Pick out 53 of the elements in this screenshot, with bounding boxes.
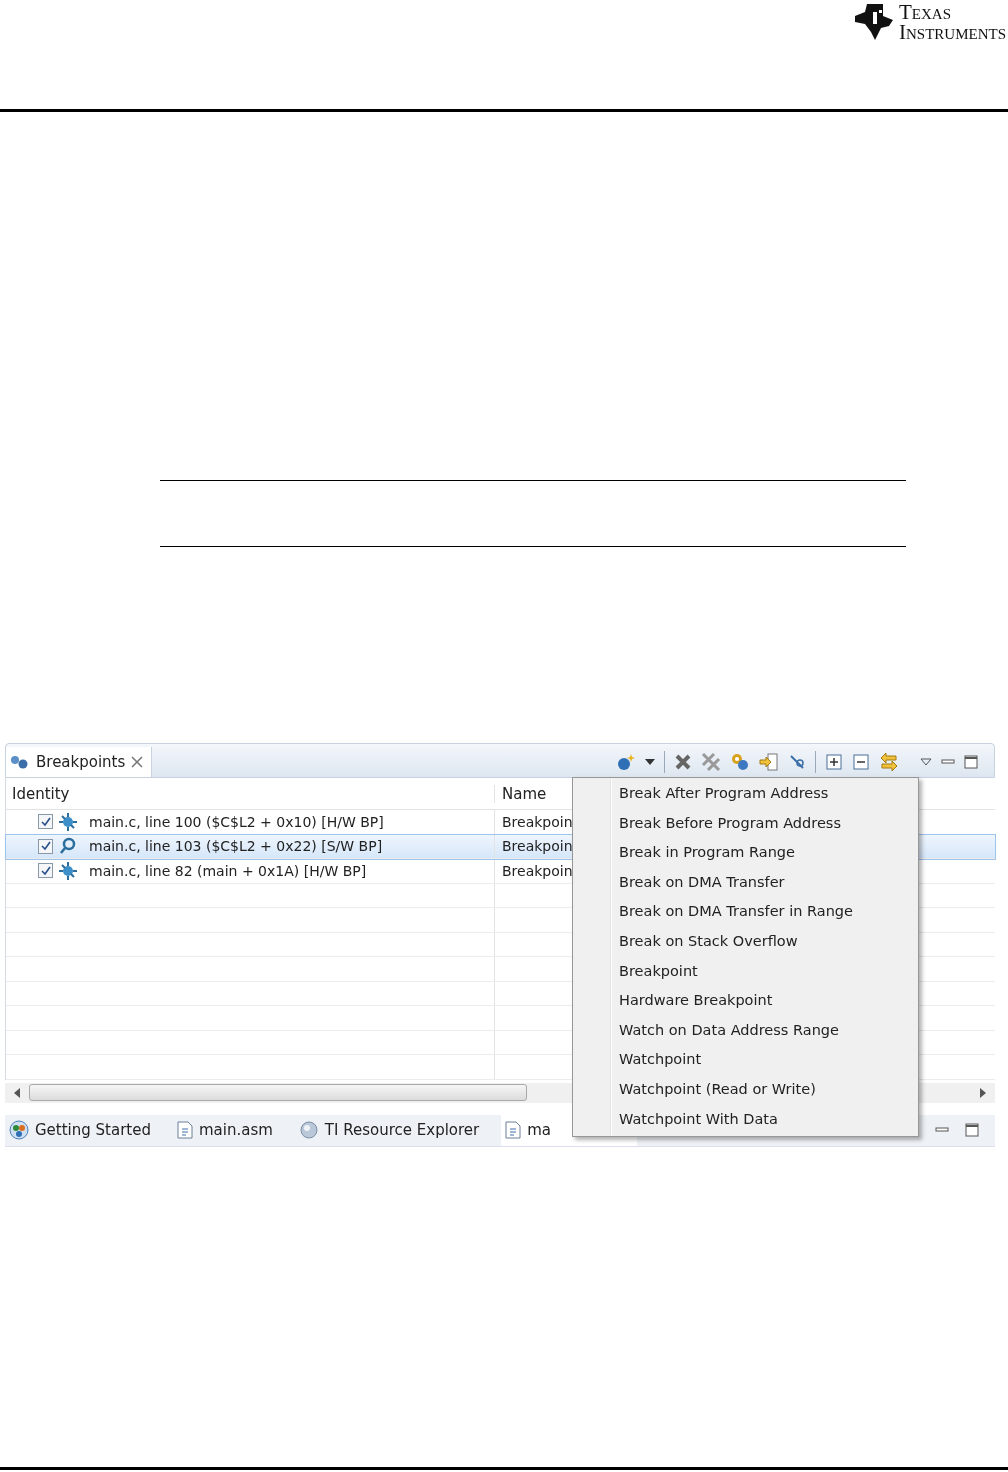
menu-item[interactable]: Watchpoint <box>573 1045 918 1075</box>
editor-tab[interactable]: Getting Started <box>5 1114 173 1146</box>
menu-item[interactable]: Hardware Breakpoint <box>573 986 918 1016</box>
file-icon <box>505 1121 522 1139</box>
view-tab[interactable]: Breakpoints <box>6 747 153 777</box>
menu-item[interactable]: Watchpoint (Read or Write) <box>573 1074 918 1105</box>
logo-text: Instruments <box>899 22 1006 42</box>
menu-item[interactable]: Break on Stack Overflow <box>573 926 918 957</box>
right-arrow-icon[interactable] <box>979 1087 987 1098</box>
minimize-icon[interactable] <box>935 1127 949 1133</box>
breakpoint-name: Breakpoin <box>502 813 573 830</box>
tab-label: Getting Started <box>35 1121 151 1139</box>
breakpoint-name: Breakpoin <box>502 862 573 879</box>
breakpoint-identity: main.c, line 100 ($C$L2 + 0x10) [H/W BP] <box>89 813 384 830</box>
file-icon <box>177 1121 193 1139</box>
arrow-icon[interactable] <box>759 752 779 772</box>
swap-arrows-icon[interactable] <box>879 752 899 772</box>
logo-text: Texas <box>899 2 952 22</box>
tab-label: main.asm <box>199 1121 273 1139</box>
dots-icon <box>10 755 30 769</box>
double-x-icon[interactable] <box>701 752 721 772</box>
tab-label: Breakpoints <box>36 753 126 771</box>
minimize-icon[interactable] <box>941 759 955 765</box>
globe-icon <box>298 1120 319 1140</box>
menu-item[interactable]: Break on DMA Transfer in Range <box>573 897 918 927</box>
state-logo-icon <box>853 2 895 42</box>
maximize-icon[interactable] <box>965 1123 979 1137</box>
checkbox[interactable] <box>38 838 53 854</box>
x-icon[interactable] <box>674 753 692 771</box>
menu-item[interactable]: Break After Program Address <box>573 779 918 809</box>
collapse-icon[interactable] <box>852 753 870 771</box>
breakpoint-name: Breakpoin <box>502 838 573 855</box>
maximize-icon[interactable] <box>964 755 978 769</box>
column-header[interactable]: Identity <box>6 784 495 803</box>
circles-icon <box>9 1120 29 1140</box>
close-icon[interactable] <box>131 756 144 768</box>
ball-icon[interactable] <box>616 753 636 771</box>
caret-icon[interactable] <box>645 759 655 765</box>
triangle-icon[interactable] <box>920 758 932 766</box>
left-arrow-icon[interactable] <box>13 1087 21 1098</box>
pin-icon[interactable] <box>788 753 806 771</box>
tab-label: TI Resource Explorer <box>324 1121 480 1139</box>
breakpoint-identity: main.c, line 103 ($C$L2 + 0x22) [S/W BP] <box>89 838 383 855</box>
expand-icon[interactable] <box>825 753 843 771</box>
breakpoint-identity: main.c, line 82 (main + 0x1A) [H/W BP] <box>89 862 367 879</box>
checkbox[interactable] <box>38 814 53 830</box>
editor-tab[interactable]: main.asm <box>173 1114 295 1146</box>
tab-label: ma <box>527 1121 552 1139</box>
menu-item[interactable]: Breakpoint <box>573 956 918 987</box>
scroll-thumb[interactable] <box>29 1084 527 1101</box>
checkbox[interactable] <box>38 863 53 879</box>
editor-tab[interactable]: TI Resource Explorer <box>294 1114 502 1146</box>
menu-item[interactable]: Watch on Data Address Range <box>573 1015 918 1046</box>
